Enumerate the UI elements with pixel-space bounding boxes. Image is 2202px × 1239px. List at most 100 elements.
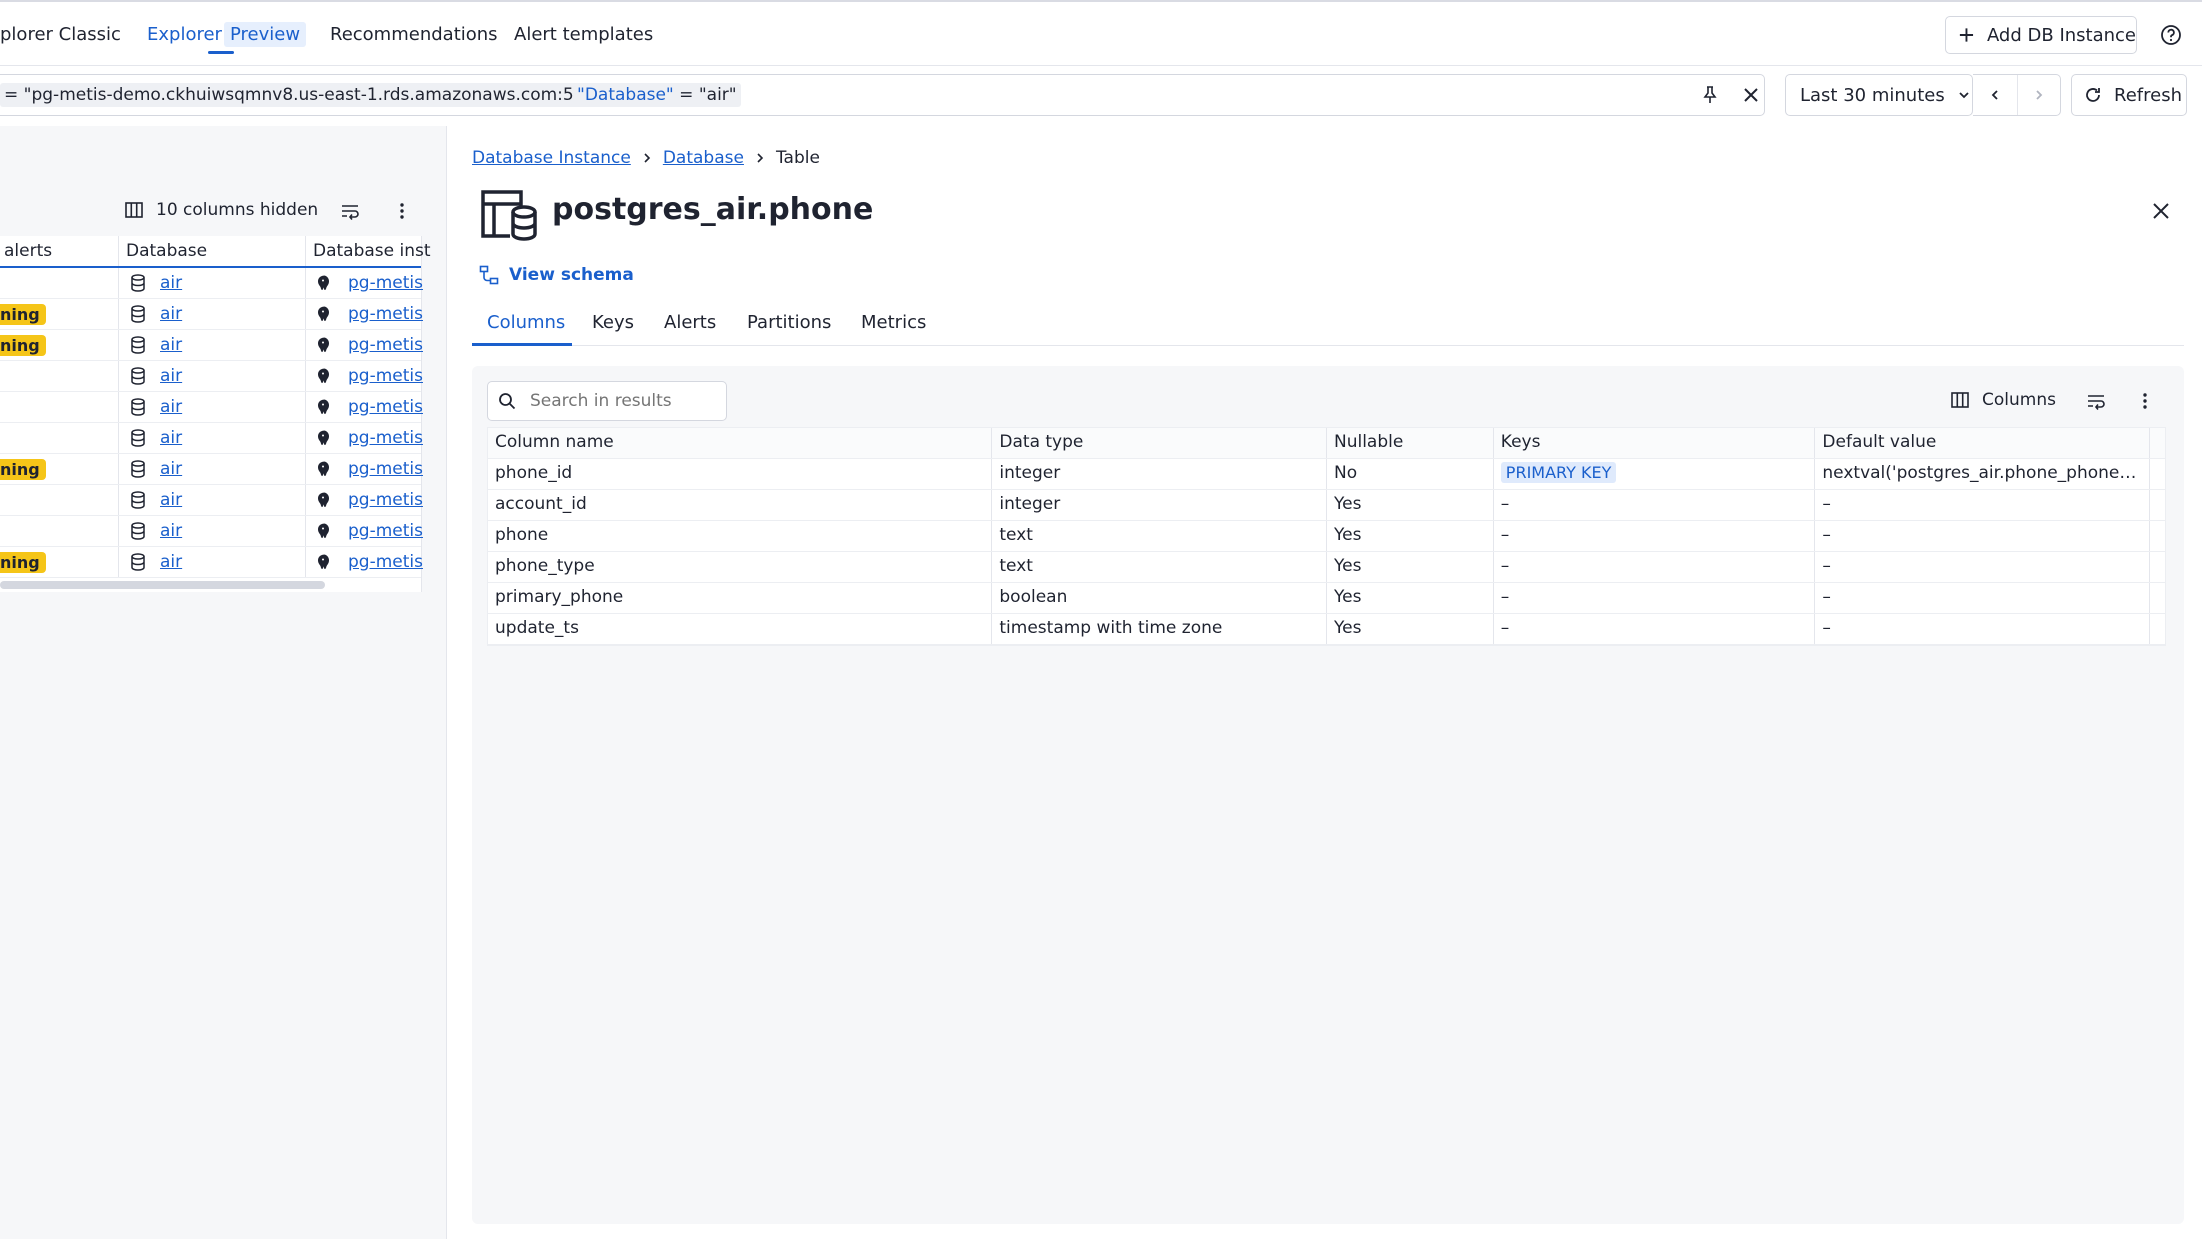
instance-link[interactable]: pg-metis bbox=[348, 273, 423, 293]
tab-keys[interactable]: Keys bbox=[592, 312, 634, 333]
search-field[interactable] bbox=[487, 381, 727, 421]
table-row[interactable]: primary_phone boolean Yes – – bbox=[488, 583, 2165, 614]
table-row[interactable]: air pg-metis bbox=[0, 485, 423, 516]
tab-explorer[interactable]: Explorer bbox=[147, 24, 222, 45]
wrap-lines-icon[interactable] bbox=[340, 201, 360, 221]
table-row[interactable]: phone text Yes – – bbox=[488, 521, 2165, 552]
cell-data-type: text bbox=[992, 521, 1327, 551]
postgres-icon bbox=[316, 522, 334, 540]
database-link[interactable]: air bbox=[160, 397, 182, 417]
search-input[interactable] bbox=[530, 388, 720, 414]
filter-chip-instance[interactable]: = "pg-metis-demo.ckhuiwsqmnv8.us-east-1.… bbox=[0, 83, 618, 107]
filter-chip-database[interactable]: "Database" = "air" bbox=[573, 83, 741, 107]
table-row[interactable]: air pg-metis bbox=[0, 423, 423, 454]
columns-button[interactable]: Columns bbox=[1950, 390, 2056, 410]
instance-link[interactable]: pg-metis bbox=[348, 304, 423, 324]
table-row[interactable]: ning air pg-metis bbox=[0, 454, 423, 485]
instance-link[interactable]: pg-metis bbox=[348, 490, 423, 510]
breadcrumb-database-instance[interactable]: Database Instance bbox=[472, 148, 631, 168]
columns-button-label: Columns bbox=[1982, 390, 2056, 410]
database-link[interactable]: air bbox=[160, 521, 182, 541]
instance-link[interactable]: pg-metis bbox=[348, 335, 423, 355]
column-header-alerts[interactable]: alerts bbox=[4, 241, 52, 261]
table-row[interactable]: air pg-metis bbox=[0, 516, 423, 547]
table-row[interactable]: air pg-metis bbox=[0, 361, 423, 392]
column-header-type[interactable]: Data type bbox=[992, 428, 1327, 458]
column-header-default[interactable]: Default value bbox=[1815, 428, 2150, 458]
instance-link[interactable]: pg-metis bbox=[348, 552, 423, 572]
view-schema-link[interactable]: View schema bbox=[479, 265, 634, 285]
chevron-left-icon[interactable] bbox=[1973, 88, 2017, 102]
table-row[interactable]: phone_type text Yes – – bbox=[488, 552, 2165, 583]
tab-metrics[interactable]: Metrics bbox=[861, 312, 926, 333]
columns-hidden-label: 10 columns hidden bbox=[156, 200, 319, 220]
add-db-instance-button[interactable]: Add DB Instance bbox=[1945, 16, 2137, 54]
cell-keys: PRIMARY KEY bbox=[1494, 459, 1816, 489]
database-link[interactable]: air bbox=[160, 335, 182, 355]
keys-value: – bbox=[1500, 587, 1510, 607]
more-options-icon[interactable] bbox=[2135, 391, 2155, 411]
database-link[interactable]: air bbox=[160, 459, 182, 479]
database-link[interactable]: air bbox=[160, 552, 182, 572]
database-link[interactable]: air bbox=[160, 304, 182, 324]
cell-default-value: – bbox=[1815, 552, 2150, 582]
warning-badge: ning bbox=[0, 552, 46, 573]
instance-link[interactable]: pg-metis bbox=[348, 397, 423, 417]
close-icon[interactable] bbox=[2151, 201, 2171, 221]
keys-value: – bbox=[1500, 556, 1510, 576]
postgres-icon bbox=[316, 553, 334, 571]
tab-alerts[interactable]: Alerts bbox=[664, 312, 716, 333]
column-header-nullable[interactable]: Nullable bbox=[1326, 428, 1494, 458]
cell-keys: – bbox=[1494, 583, 1816, 613]
help-icon[interactable] bbox=[2160, 24, 2182, 46]
table-row[interactable]: ning air pg-metis bbox=[0, 299, 423, 330]
column-header-name[interactable]: Column name bbox=[488, 428, 993, 458]
tab-recommendations[interactable]: Recommendations bbox=[330, 24, 498, 45]
preview-badge: Preview bbox=[224, 22, 307, 47]
instance-link[interactable]: pg-metis bbox=[348, 521, 423, 541]
table-row[interactable]: air pg-metis bbox=[0, 268, 423, 299]
timeframe-select[interactable]: Last 30 minutes bbox=[1785, 74, 1973, 116]
tab-columns[interactable]: Columns bbox=[487, 312, 565, 333]
refresh-button[interactable]: Refresh bbox=[2071, 74, 2187, 116]
instance-link[interactable]: pg-metis bbox=[348, 459, 423, 479]
tab-alert-templates[interactable]: Alert templates bbox=[514, 24, 653, 45]
scrollbar-thumb[interactable] bbox=[0, 581, 325, 589]
filter-bar[interactable]: = "pg-metis-demo.ckhuiwsqmnv8.us-east-1.… bbox=[0, 74, 1765, 116]
wrap-lines-icon[interactable] bbox=[2086, 391, 2106, 411]
column-header-keys[interactable]: Keys bbox=[1493, 428, 1816, 458]
tab-partitions[interactable]: Partitions bbox=[747, 312, 831, 333]
keys-value: – bbox=[1500, 494, 1510, 514]
table-row[interactable]: update_ts timestamp with time zone Yes – – bbox=[488, 614, 2165, 645]
chevron-right-icon[interactable] bbox=[2016, 75, 2061, 115]
table-row[interactable]: ning air pg-metis bbox=[0, 330, 423, 361]
instance-link[interactable]: pg-metis bbox=[348, 428, 423, 448]
table-row[interactable]: phone_id integer No PRIMARY KEY nextval('pos… bbox=[488, 459, 2165, 490]
more-options-icon[interactable] bbox=[392, 201, 412, 221]
table-row[interactable]: account_id integer Yes – – bbox=[488, 490, 2165, 521]
database-link[interactable]: air bbox=[160, 273, 182, 293]
column-header-database-instance[interactable]: Database inst bbox=[313, 241, 431, 261]
database-link[interactable]: air bbox=[160, 490, 182, 510]
refresh-icon bbox=[2086, 88, 2100, 102]
cell-keys: – bbox=[1494, 614, 1816, 644]
postgres-icon bbox=[316, 274, 334, 292]
breadcrumb-database[interactable]: Database bbox=[663, 148, 744, 168]
table-row[interactable]: air pg-metis bbox=[0, 392, 423, 423]
table-header: alerts Database Database inst bbox=[0, 236, 431, 268]
column-header-database[interactable]: Database bbox=[126, 241, 207, 261]
tab-explorer-classic[interactable]: plorer Classic bbox=[0, 24, 121, 45]
columns-hidden-button[interactable]: 10 columns hidden bbox=[124, 200, 318, 220]
horizontal-scrollbar[interactable] bbox=[0, 578, 421, 592]
database-link[interactable]: air bbox=[160, 428, 182, 448]
page-title: postgres_air.phone bbox=[552, 192, 874, 227]
database-link[interactable]: air bbox=[160, 366, 182, 386]
pin-icon[interactable] bbox=[1700, 85, 1720, 105]
plus-icon bbox=[1959, 28, 1974, 42]
instance-link[interactable]: pg-metis bbox=[348, 366, 423, 386]
table-row[interactable]: ning air pg-metis bbox=[0, 547, 423, 578]
database-icon bbox=[130, 336, 146, 354]
clear-filter-icon[interactable] bbox=[1741, 85, 1761, 105]
cell-column-name: phone_type bbox=[488, 552, 993, 582]
grid-header: Column name Data type Nullable Keys Defa… bbox=[488, 428, 2165, 459]
